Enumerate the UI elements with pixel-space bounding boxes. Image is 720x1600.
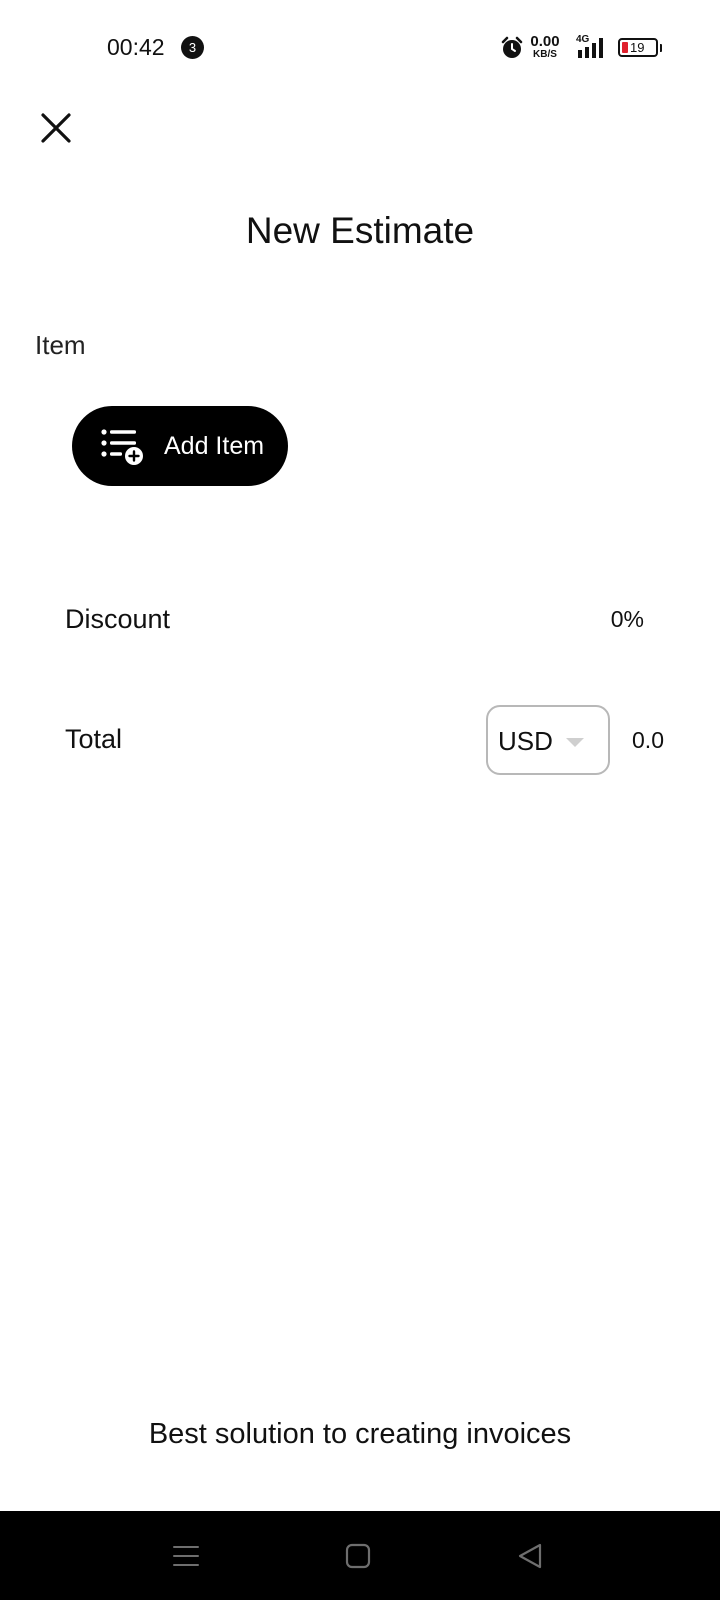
signal-icon [578,38,603,58]
add-item-label: Add Item [164,431,265,460]
currency-value: USD [498,726,553,756]
close-button[interactable] [36,108,76,148]
network-speed-value: 0.00 [530,33,560,50]
status-icons: 0.00 KB/S 4G 19 [500,32,670,64]
discount-value[interactable]: 0% [611,606,644,633]
page-title: New Estimate [245,210,475,251]
notification-badge: 3 [181,36,204,59]
status-time: 00:42 [107,34,165,60]
total-value: 0.0 [632,727,664,753]
tagline: Best solution to creating invoices [148,1418,572,1450]
currency-select[interactable]: USD [486,705,610,775]
item-section-label: Item [35,330,86,360]
total-label: Total [65,724,123,754]
battery-fill [622,42,628,53]
close-icon [41,113,71,143]
alarm-icon [501,36,523,58]
battery-icon: 19 [618,38,658,57]
back-icon[interactable] [512,1538,548,1574]
status-bar: 00:42 3 0.00 KB/S 4G 19 [0,0,720,96]
battery-level: 19 [630,40,645,55]
navigation-bar [0,1511,720,1600]
menu-icon[interactable] [168,1538,204,1574]
network-speed: 0.00 KB/S [527,34,563,60]
home-icon[interactable] [340,1538,376,1574]
discount-label: Discount [65,604,171,634]
add-item-button[interactable]: Add Item [72,406,288,486]
network-speed-unit: KB/S [533,49,557,60]
chevron-down-icon [566,738,584,747]
battery-tip [660,44,662,52]
list-add-icon [101,429,143,465]
